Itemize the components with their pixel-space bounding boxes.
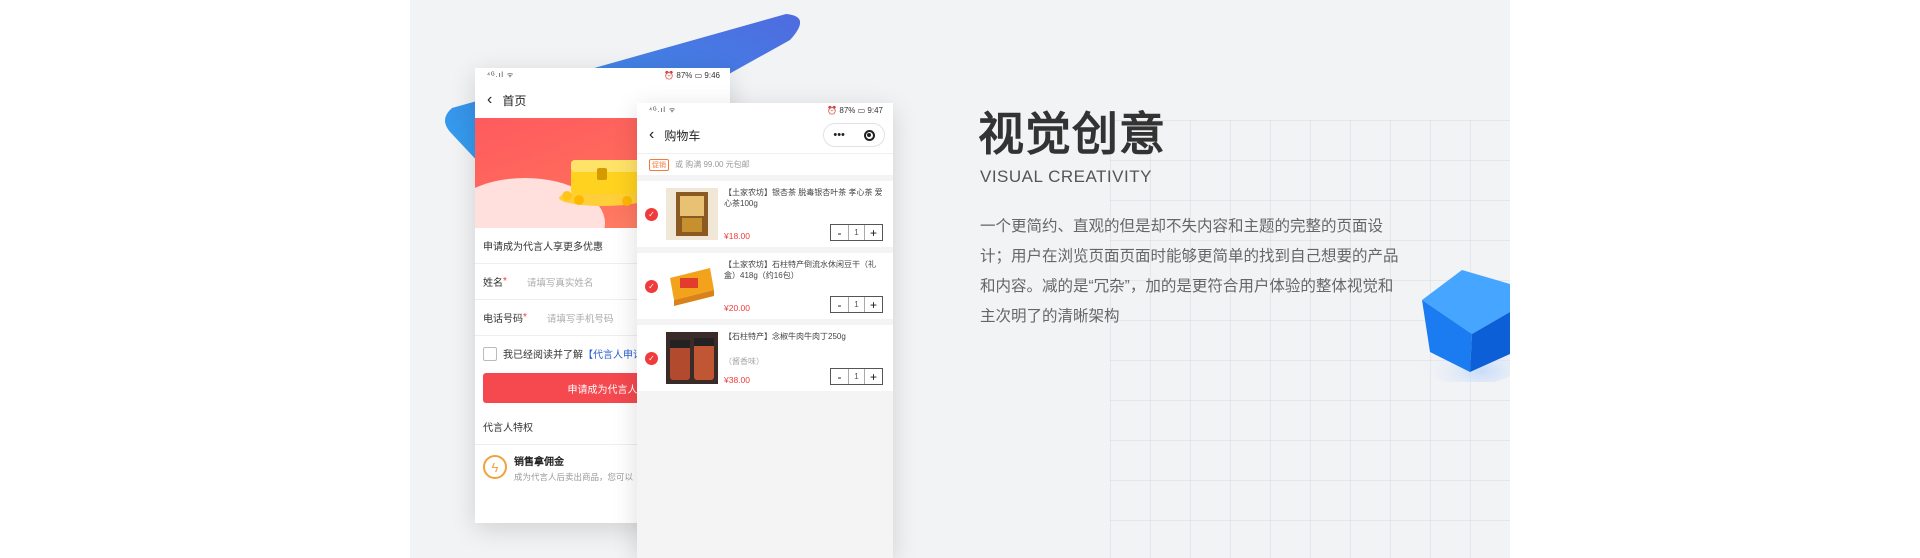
quantity-stepper: - 1 + [830, 224, 883, 241]
phone-label: 电话号码 [483, 314, 523, 325]
close-target-icon[interactable] [863, 129, 875, 141]
promo-tag: 促销 [649, 158, 669, 171]
lightning-icon: ϟ [483, 455, 507, 479]
quantity-value[interactable]: 1 [848, 297, 865, 312]
checked-icon[interactable]: ✓ [645, 351, 658, 365]
nav-title: 首页 [502, 93, 527, 108]
cart-item: ✓ 【土家农坊】银杏茶 脱毒银杏叶茶 孝心茶 爱心茶100g ¥18.00 - … [637, 181, 893, 247]
cart-item: ✓ 【土家农坊】石柱特产倒流水休闲豆干（礼盒）418g（约16包） ¥20.00… [637, 253, 893, 319]
benefit-text: 申请成为代言人享更多优惠 [483, 242, 603, 253]
item-spec: （酱香味） [724, 357, 764, 366]
nav-bar: ‹ 购物车 ••• [637, 117, 893, 153]
treasure-chest-icon [559, 160, 647, 206]
nav-title: 购物车 [664, 128, 701, 143]
plus-button[interactable]: + [865, 225, 882, 240]
checked-icon[interactable]: ✓ [645, 279, 658, 293]
item-price: ¥18.00 [724, 231, 750, 241]
promo-text: 或 购满 99.00 元包邮 [675, 160, 750, 169]
agreement-checkbox[interactable] [483, 346, 497, 361]
plus-button[interactable]: + [865, 369, 882, 384]
checked-icon[interactable]: ✓ [645, 207, 658, 221]
item-name: 【石柱特产】念椒牛肉牛肉丁250g [724, 332, 846, 341]
signal-icon: ⁴ᴳ.ıl ᯤ [487, 71, 515, 79]
minus-button[interactable]: - [831, 297, 848, 312]
quantity-stepper: - 1 + [830, 368, 883, 385]
product-image [666, 332, 718, 384]
agreement-link[interactable]: 【代言人申请 [583, 346, 643, 361]
status-right: ⏰ 87% ▭ 9:46 [664, 70, 720, 80]
status-bar: ⁴ᴳ.ıl ᯤ ⏰ 87% ▭ 9:47 [637, 103, 893, 117]
item-name: 【土家农坊】石柱特产倒流水休闲豆干（礼盒）418g（约16包） [724, 260, 876, 280]
privilege-title: 销售拿佣金 [514, 457, 564, 468]
privilege-desc: 成为代言人后卖出商品，您可以 [514, 472, 634, 482]
product-image [666, 188, 718, 240]
cart-item: ✓ 【石柱特产】念椒牛肉牛肉丁250g （酱香味） ¥38.00 - 1 + [637, 325, 893, 391]
plus-button[interactable]: + [865, 297, 882, 312]
item-name: 【土家农坊】银杏茶 脱毒银杏叶茶 孝心茶 爱心茶100g [724, 188, 883, 208]
headline: 视觉创意 [978, 107, 1166, 161]
quantity-value[interactable]: 1 [848, 225, 865, 240]
back-icon[interactable]: ‹ [649, 126, 654, 144]
minus-button[interactable]: - [831, 225, 848, 240]
status-right: ⏰ 87% ▭ 9:47 [827, 105, 883, 115]
agreement-text: 我已经阅读并了解 [503, 350, 583, 361]
item-price: ¥38.00 [724, 375, 750, 385]
signal-icon: ⁴ᴳ.ıl ᯤ [649, 106, 677, 114]
more-icon[interactable]: ••• [833, 129, 845, 141]
promo-bar: 促销 或 购满 99.00 元包邮 [637, 153, 893, 175]
quantity-value[interactable]: 1 [848, 369, 865, 384]
phone-input[interactable]: 请填写手机号码 [547, 311, 614, 325]
subheadline: VISUAL CREATIVITY [980, 167, 1152, 186]
status-bar: ⁴ᴳ.ıl ᯤ ⏰ 87% ▭ 9:46 [475, 68, 730, 82]
decorative-cube [1415, 270, 1510, 382]
quantity-stepper: - 1 + [830, 296, 883, 313]
description: 一个更简约、直观的但是却不失内容和主题的完整的页面设计；用户在浏览页面页面时能够… [980, 218, 1399, 325]
item-price: ¥20.00 [724, 303, 750, 313]
phone-cart-screen: ⁴ᴳ.ıl ᯤ ⏰ 87% ▭ 9:47 ‹ 购物车 ••• 促销 或 购满 9… [637, 103, 893, 558]
mini-program-capsule: ••• [823, 123, 885, 147]
name-label: 姓名 [483, 278, 503, 289]
name-input[interactable]: 请填写真实姓名 [527, 275, 594, 289]
product-image [666, 260, 718, 312]
minus-button[interactable]: - [831, 369, 848, 384]
back-icon[interactable]: ‹ [487, 91, 492, 109]
